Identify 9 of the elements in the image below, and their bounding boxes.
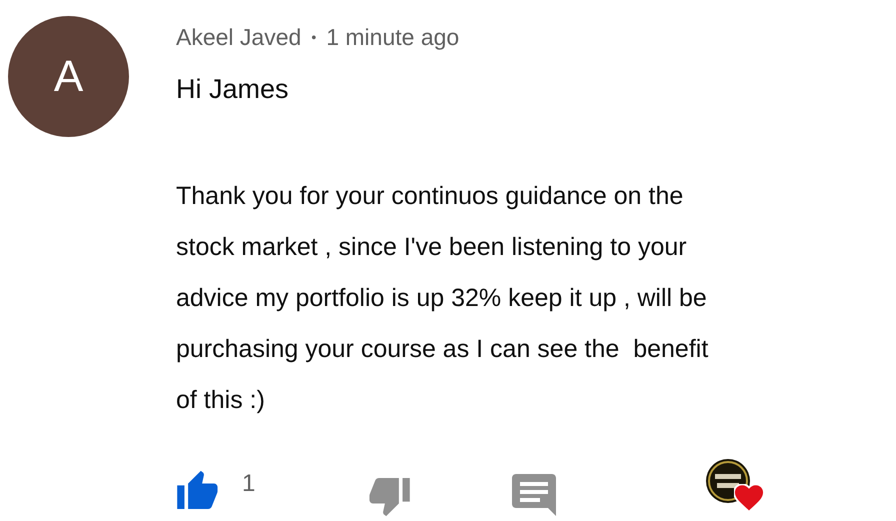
comment-greeting: Hi James [176, 72, 290, 106]
separator-dot: • [311, 28, 316, 47]
comment-text: Thank you for your continuos guidance on the stock market , since I've been listening to your advice my portfolio is up 32% keep it up , will be purchasing your course as I can see the benefit of this :) [176, 181, 708, 416]
reply-button[interactable] [511, 472, 558, 518]
author-name[interactable]: Akeel Javed [176, 20, 302, 54]
comment-icon [512, 474, 556, 516]
avatar: A [8, 16, 129, 137]
comment-time: 1 minute ago [326, 23, 460, 52]
like-count: 1 [242, 469, 256, 499]
